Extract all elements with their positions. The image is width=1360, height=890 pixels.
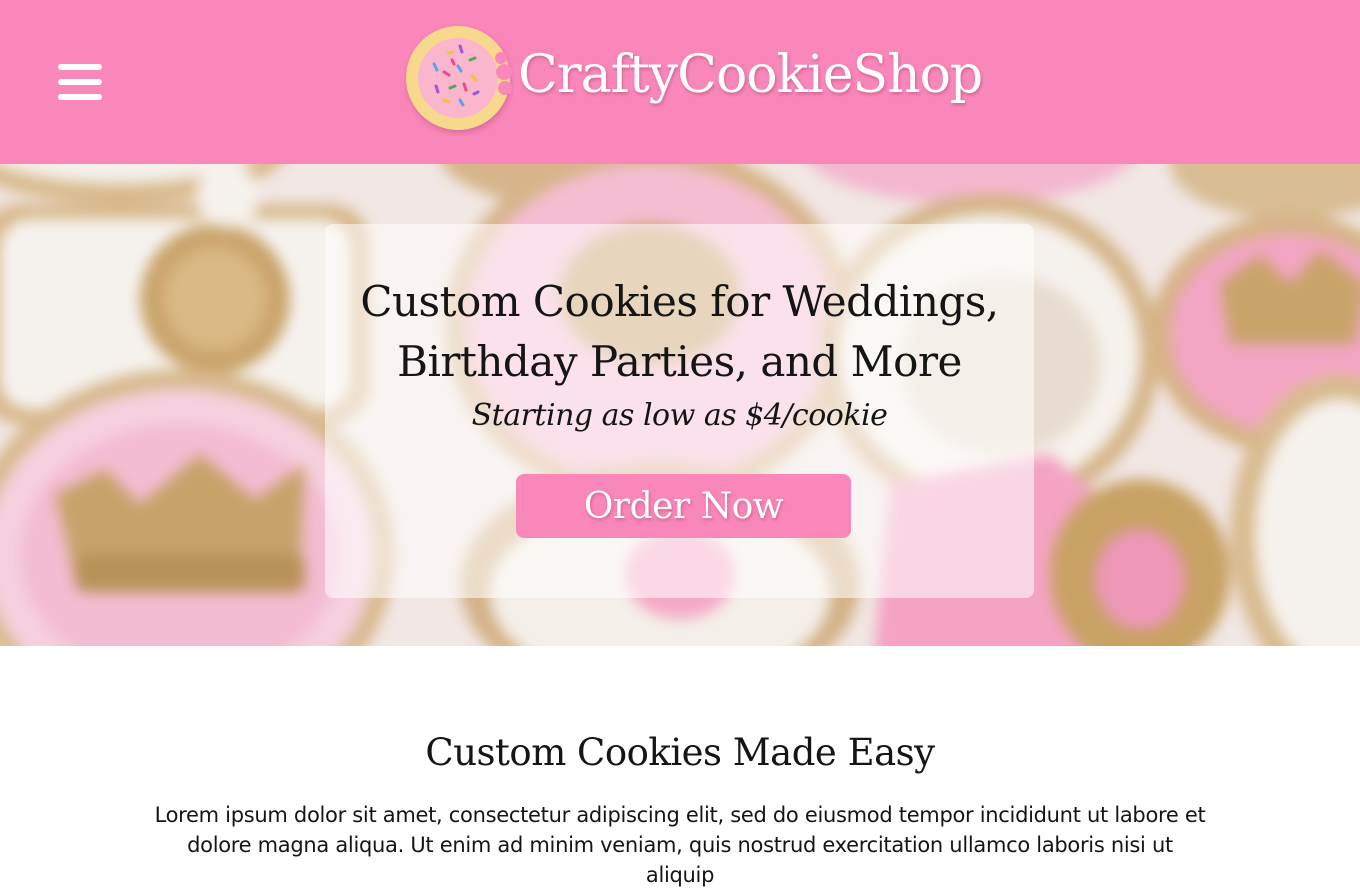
order-now-button[interactable]: Order Now: [516, 474, 851, 538]
hero-title-line-2: Birthday Parties, and More: [397, 337, 962, 386]
menu-bar-bottom: [58, 94, 102, 100]
hamburger-menu-icon[interactable]: [58, 64, 102, 100]
menu-bar-middle: [58, 79, 102, 85]
hero-card: Custom Cookies for Weddings, Birthday Pa…: [325, 224, 1034, 598]
section-body-text: Lorem ipsum dolor sit amet, consectetur …: [154, 803, 1206, 887]
site-header: CraftyCookieShop: [0, 0, 1360, 164]
hero-title: Custom Cookies for Weddings, Birthday Pa…: [325, 272, 1034, 392]
cookie-logo-icon: [406, 26, 510, 130]
brand-link[interactable]: CraftyCookieShop: [404, 20, 983, 136]
hero-subtitle: Starting as low as $4/cookie: [471, 398, 888, 433]
menu-bar-top: [58, 64, 102, 70]
hero-banner: Custom Cookies for Weddings, Birthday Pa…: [0, 164, 1360, 646]
section-title: Custom Cookies Made Easy: [425, 731, 935, 774]
hero-title-line-1: Custom Cookies for Weddings,: [360, 277, 999, 326]
brand-name: CraftyCookieShop: [518, 45, 983, 105]
